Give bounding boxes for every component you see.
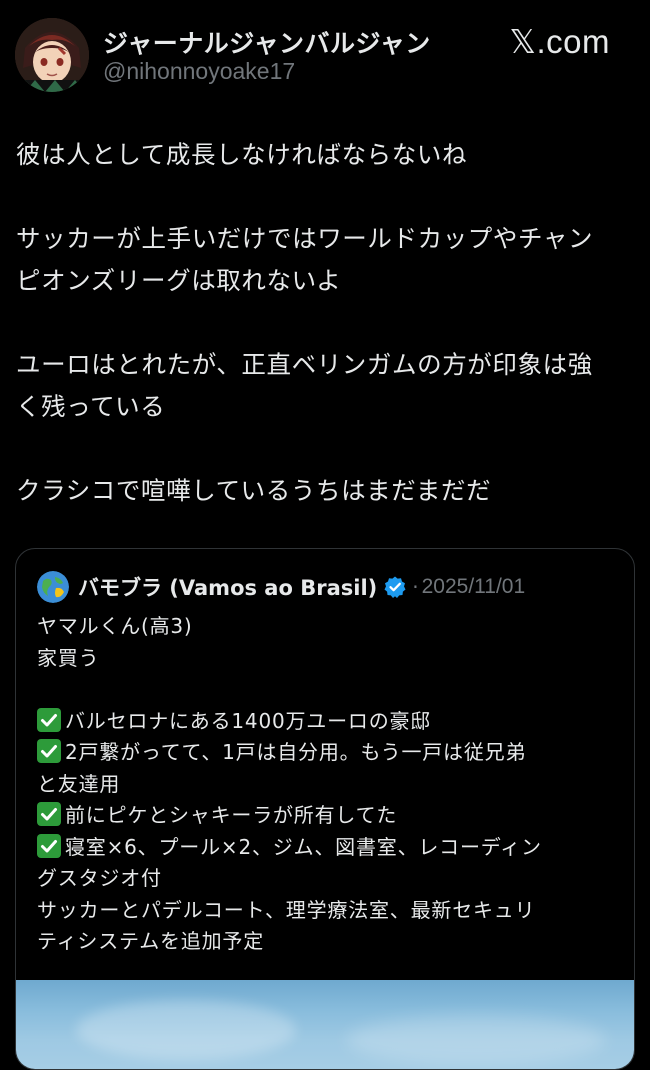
quoted-line-text: と友達用	[37, 771, 121, 796]
quoted-author-name[interactable]: バモブラ (Vamos ao Brasil)	[78, 572, 377, 602]
tweet-line: クラシコで喧嘩しているうちはまだまだだ	[16, 476, 492, 505]
quoted-line-text: 寝室×6、プール×2、ジム、図書室、レコーディン	[65, 834, 542, 859]
check-mark-icon	[37, 707, 61, 732]
author-name[interactable]: ジャーナルジャンバルジャン	[103, 24, 431, 60]
tweet-paragraph: クラシコで喧嘩しているうちはまだまだだ	[16, 470, 636, 512]
tweet-paragraph: サッカーが上手いだけではワールドカップやチャン ピオンズリーグは取れないよ	[16, 218, 636, 302]
quoted-line-text: グスタジオ付	[37, 866, 162, 890]
quoted-tweet-line: ティシステムを追加予定	[37, 926, 617, 958]
quoted-tweet-line: ヤマルくん(高3)	[37, 611, 617, 643]
check-mark-icon	[37, 802, 61, 826]
quoted-tweet-line: と友達用	[37, 769, 617, 801]
check-mark-icon	[37, 833, 61, 858]
quoted-tweet-date[interactable]: 2025/11/01	[422, 575, 526, 599]
tweet-line: く残っている	[16, 392, 166, 421]
quoted-tweet-header: バモブラ (Vamos ao Brasil) · 2025/11/01	[37, 571, 525, 603]
quoted-tweet-line: 前にピケとシャキーラが所有してた	[37, 800, 617, 832]
quoted-tweet-line: サッカーとパデルコート、理学療法室、最新セキュリ	[37, 895, 617, 927]
separator-dot: ·	[412, 575, 419, 599]
quoted-line-text: 家買う	[37, 645, 100, 670]
quoted-tweet-line: 2戸繋がってて、1戸は自分用。もう一戸は従兄弟	[37, 737, 617, 769]
quoted-tweet-image[interactable]	[16, 980, 634, 1069]
tweet-header: ジャーナルジャンバルジャン @nihonnoyoake17 𝕏.com	[0, 0, 650, 110]
verified-badge-icon	[383, 575, 407, 599]
quoted-tweet-line: グスタジオ付	[37, 863, 617, 895]
quoted-tweet-line: 家買う	[37, 643, 617, 675]
anime-character-avatar-icon	[15, 18, 89, 92]
tweet-paragraph: 彼は人として成長しなければならないね	[16, 134, 636, 176]
quoted-line-text: 前にピケとシャキーラが所有してた	[65, 803, 398, 827]
author-avatar[interactable]	[15, 18, 89, 92]
globe-avatar-icon[interactable]	[37, 571, 69, 603]
quoted-line-text: サッカーとパデルコート、理学療法室、最新セキュリ	[37, 897, 536, 922]
author-handle[interactable]: @nihonnoyoake17	[103, 58, 295, 85]
tweet-line: ユーロはとれたが、正直ベリンガムの方が印象は強	[16, 350, 593, 379]
quoted-tweet-line: バルセロナにある1400万ユーロの豪邸	[37, 706, 617, 738]
quoted-tweet-line: 寝室×6、プール×2、ジム、図書室、レコーディン	[37, 832, 617, 864]
quoted-line-text: ヤマルくん(高3)	[37, 614, 193, 638]
check-mark-icon	[37, 739, 61, 763]
quoted-tweet-card[interactable]: バモブラ (Vamos ao Brasil) · 2025/11/01 ヤマルく…	[15, 548, 635, 1070]
tweet-line: 彼は人として成長しなければならないね	[16, 140, 468, 169]
tweet-line: ピオンズリーグは取れないよ	[16, 266, 342, 295]
quoted-line-text: バルセロナにある1400万ユーロの豪邸	[65, 708, 432, 733]
x-logo-icon: 𝕏.com	[509, 23, 610, 60]
tweet-paragraph: ユーロはとれたが、正直ベリンガムの方が印象は強 く残っている	[16, 344, 636, 428]
quoted-tweet-text: ヤマルくん(高3) 家買うバルセロナにある1400万ユーロの豪邸 2戸繋がってて、1…	[37, 611, 617, 958]
tweet-line: サッカーが上手いだけではワールドカップやチャン	[16, 224, 594, 253]
quoted-line-text: 2戸繋がってて、1戸は自分用。もう一戸は従兄弟	[65, 740, 527, 764]
quoted-line-text: ティシステムを追加予定	[37, 929, 264, 953]
tweet-text: 彼は人として成長しなければならないねサッカーが上手いだけではワールドカップやチャ…	[16, 134, 636, 512]
